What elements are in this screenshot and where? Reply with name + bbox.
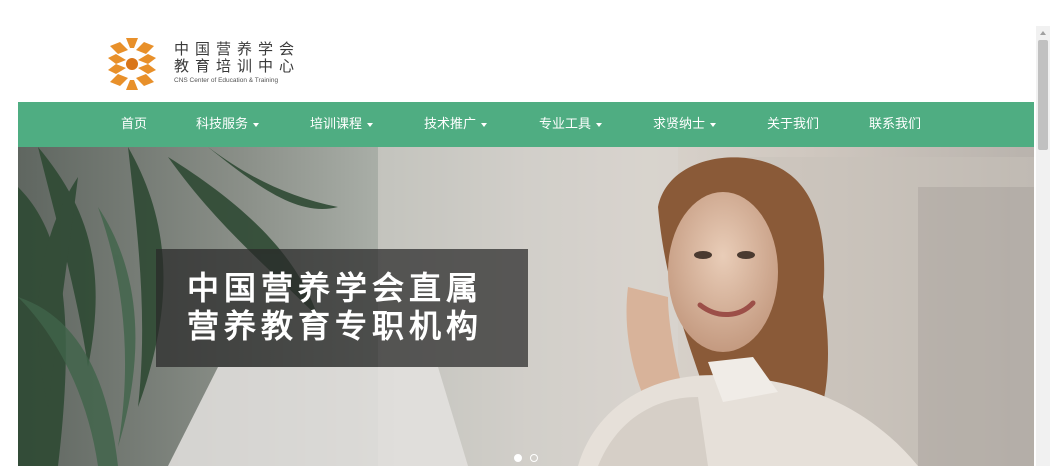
- caret-down-icon: [253, 122, 260, 127]
- nav-item-careers[interactable]: 求贤纳士: [653, 102, 717, 147]
- nav-item-label: 培训课程: [310, 117, 363, 132]
- nav-item-label: 专业工具: [539, 117, 592, 132]
- logo-english-name: CNS Center of Education & Training: [174, 77, 279, 84]
- cns-sunburst-logo-icon: [108, 38, 156, 90]
- site-logo-link[interactable]: 中国营养学会 教育培训中心 CNS Center of Education & …: [104, 36, 300, 92]
- nav-item-label: 科技服务: [196, 117, 249, 132]
- hero-caption-line2: 营养教育专职机构: [187, 307, 484, 345]
- nav-item-contact-us[interactable]: 联系我们: [869, 102, 921, 147]
- nav-item-about-us[interactable]: 关于我们: [767, 102, 819, 147]
- nav-item-label: 求贤纳士: [653, 117, 706, 132]
- nav-item-label: 关于我们: [767, 117, 820, 132]
- hero-caption-line1: 中国营养学会直属: [187, 269, 484, 307]
- logo-title-line2: 教育培训中心: [174, 57, 301, 75]
- caret-down-icon: [481, 122, 488, 127]
- caret-down-icon: [710, 122, 717, 127]
- main-navbar: 首页 科技服务 培训课程 技术推广 专业工具 求贤纳士 关于我们 联系我们: [18, 102, 1034, 147]
- hero-caption-box: 中国营养学会直属 营养教育专职机构: [156, 249, 528, 367]
- carousel-dot-2[interactable]: [530, 454, 538, 462]
- nav-item-label: 首页: [121, 117, 148, 132]
- page-scrollbar[interactable]: [1036, 26, 1050, 466]
- logo-text: 中国营养学会 教育培训中心 CNS Center of Education & …: [174, 41, 300, 86]
- nav-item-pro-tools[interactable]: 专业工具: [539, 102, 603, 147]
- carousel-dot-1[interactable]: [514, 454, 522, 462]
- scroll-up-arrow-icon[interactable]: [1036, 26, 1050, 40]
- nav-item-home[interactable]: 首页: [121, 102, 147, 147]
- nav-item-training-courses[interactable]: 培训课程: [310, 102, 374, 147]
- nav-item-tech-services[interactable]: 科技服务: [196, 102, 260, 147]
- nav-item-label: 技术推广: [424, 117, 477, 132]
- logo-title-line1: 中国营养学会: [174, 40, 301, 58]
- nav-item-label: 联系我们: [869, 117, 922, 132]
- caret-down-icon: [367, 122, 374, 127]
- page: 中国营养学会 教育培训中心 CNS Center of Education & …: [0, 0, 1061, 466]
- scrollbar-thumb[interactable]: [1038, 40, 1048, 150]
- caret-down-icon: [596, 122, 603, 127]
- site-header: 中国营养学会 教育培训中心 CNS Center of Education & …: [18, 0, 1034, 102]
- hero-carousel[interactable]: 中国营养学会直属 营养教育专职机构: [18, 147, 1034, 466]
- carousel-indicators: [514, 454, 538, 464]
- nav-item-tech-promotion[interactable]: 技术推广: [424, 102, 488, 147]
